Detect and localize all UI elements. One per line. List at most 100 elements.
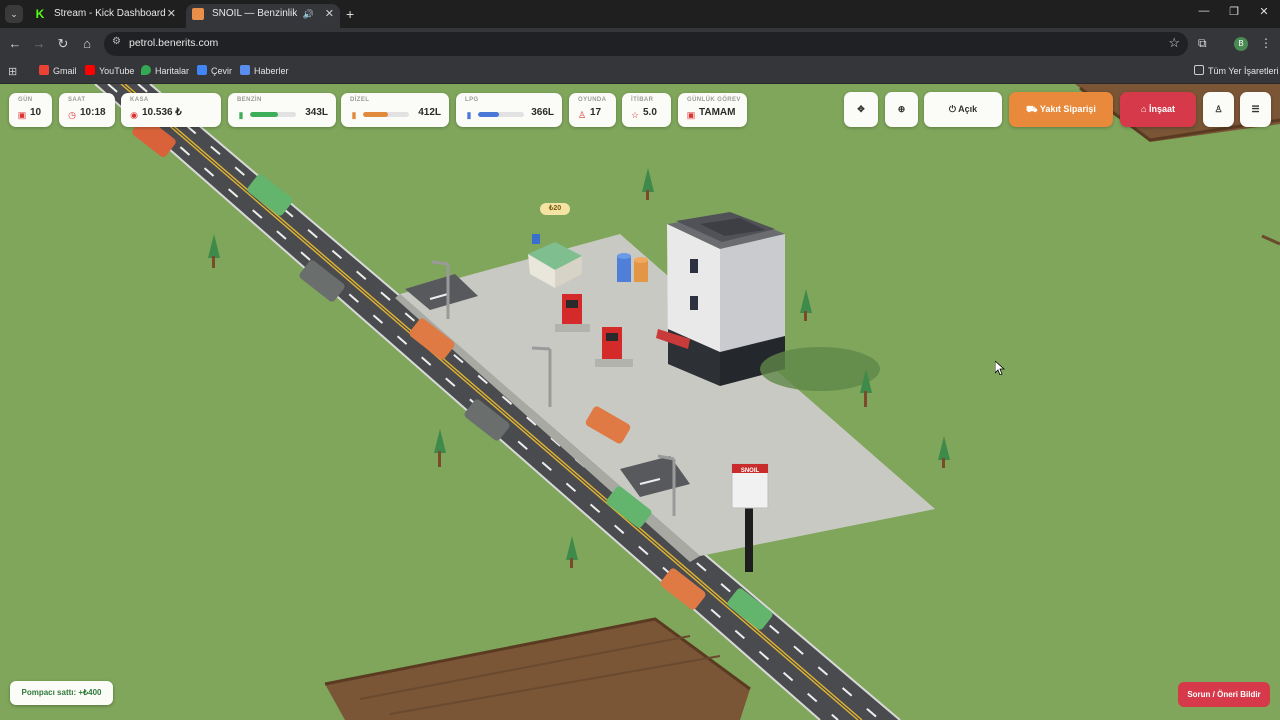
folder-icon xyxy=(1194,65,1204,75)
settings-button[interactable]: ☰ xyxy=(1240,92,1271,127)
translate-icon xyxy=(197,65,207,75)
forward-icon[interactable]: → xyxy=(31,36,47,52)
user-icon: ♙ xyxy=(1214,104,1223,114)
report-issue-button[interactable]: Sorun / Öneri Bildir xyxy=(1178,682,1270,707)
tab-title: Stream - Kick Dashboard xyxy=(54,8,166,19)
url-text: petrol.benerits.com xyxy=(129,37,219,49)
back-icon[interactable]: ← xyxy=(7,36,23,52)
profile-button[interactable]: ♙ xyxy=(1203,92,1234,127)
stat-label: GÜN xyxy=(18,97,33,103)
clock-icon: ◷ xyxy=(68,110,76,120)
fuel-icon: ▮ xyxy=(238,110,244,120)
kick-logo-icon: K xyxy=(35,7,45,21)
stat-label: OYUNDA xyxy=(578,97,607,103)
game-viewport[interactable]: SNOIL ₺20 GÜN ▣ 10 SAAT ◷ 10:18 KASA ◉ 1… xyxy=(0,84,1280,720)
close-icon[interactable]: ✕ xyxy=(325,4,334,24)
stat-value: 10:18 xyxy=(80,107,106,118)
restore-button[interactable]: ❐ xyxy=(1224,5,1244,18)
move-icon: ✥ xyxy=(857,104,865,114)
maps-icon xyxy=(141,65,151,75)
menu-icon[interactable]: ⋮ xyxy=(1260,36,1272,50)
stat-value: 366L xyxy=(531,107,554,118)
stat-label: GÜNLÜK GÖREV xyxy=(687,97,741,103)
gmail-icon xyxy=(39,65,49,75)
building-shadow xyxy=(760,347,880,391)
gasoline-level-bar xyxy=(250,112,296,117)
money-icon: ◉ xyxy=(130,110,138,120)
hud-diesel: DİZEL ▮ 412L xyxy=(341,93,449,127)
stat-value: TAMAM xyxy=(699,107,736,118)
home-icon[interactable]: ⌂ xyxy=(79,36,95,52)
all-bookmarks[interactable]: Tüm Yer İşaretleri xyxy=(1194,65,1279,77)
hud-cash: KASA ◉ 10.536 ₺ xyxy=(121,93,221,127)
site-info-icon[interactable]: ⚙ xyxy=(112,36,121,47)
tab-search-button[interactable]: ⌄ xyxy=(5,5,23,23)
sign-brand-text: SNOIL xyxy=(741,468,760,474)
tab-title: SNOIL — Benzinlik xyxy=(212,8,298,19)
stat-value: 343L xyxy=(305,107,328,118)
star-icon: ☆ xyxy=(630,110,640,120)
news-icon xyxy=(240,65,250,75)
stat-label: SAAT xyxy=(68,97,86,103)
user-icon: ♙ xyxy=(577,110,587,120)
hud-lpg: LPG ▮ 366L xyxy=(456,93,562,127)
stat-value: 5.0 xyxy=(643,107,657,118)
mouse-cursor-icon xyxy=(995,361,1005,375)
power-icon: ⏻ xyxy=(948,104,956,114)
game-world[interactable]: SNOIL xyxy=(0,84,1280,720)
sale-toast: Pompacı sattı: +₺400 xyxy=(10,681,113,705)
stat-label: LPG xyxy=(465,97,479,103)
hud-time: SAAT ◷ 10:18 xyxy=(59,93,115,127)
address-bar[interactable]: ⚙ petrol.benerits.com ☆ xyxy=(104,32,1188,56)
speaker-icon[interactable]: 🔊 xyxy=(303,4,314,24)
new-tab-button[interactable]: + xyxy=(346,5,354,23)
calendar-icon: ▣ xyxy=(17,110,27,120)
bookmarks-bar: ⊞ Gmail YouTube Haritalar Çevir Haberler… xyxy=(0,60,1280,84)
fuel-icon: ▮ xyxy=(351,110,357,120)
fuel-icon: ▮ xyxy=(466,110,472,120)
calendar-icon: ▣ xyxy=(686,110,696,120)
price-tag-badge[interactable]: ₺20 xyxy=(540,203,570,215)
hud-gasoline: BENZİN ▮ 343L xyxy=(228,93,336,127)
youtube-icon xyxy=(85,65,95,75)
build-button[interactable]: ⌂ İnşaat xyxy=(1120,92,1196,127)
hud-reputation: İTİBAR ☆ 5.0 xyxy=(622,93,671,127)
lpg-level-bar xyxy=(478,112,524,117)
snoil-icon xyxy=(192,8,204,20)
browser-tab-bar: ⌄ K Stream - Kick Dashboard ✕ SNOIL — Be… xyxy=(0,0,1280,28)
home-icon: ⌂ xyxy=(1141,104,1147,114)
sliders-icon: ☰ xyxy=(1251,104,1260,114)
stat-label: KASA xyxy=(130,97,149,103)
reload-icon[interactable]: ↻ xyxy=(55,36,71,52)
stat-value: 412L xyxy=(418,107,441,118)
bookmark-star-icon[interactable]: ☆ xyxy=(1168,35,1180,51)
hud-day: GÜN ▣ 10 xyxy=(9,93,52,127)
move-button[interactable]: ✥ xyxy=(844,92,878,127)
stat-value: 10 xyxy=(30,107,42,118)
tab-kick-dashboard[interactable]: K Stream - Kick Dashboard ✕ xyxy=(28,4,182,28)
bookmark-cevir[interactable]: Çevir xyxy=(197,65,232,77)
globe-icon: ⊕ xyxy=(897,104,906,114)
bookmark-youtube[interactable]: YouTube xyxy=(85,65,134,77)
camera-button[interactable]: ⊕ xyxy=(885,92,918,127)
hud-players: OYUNDA ♙ 17 xyxy=(569,93,616,127)
open-status-button[interactable]: ⏻ Açık xyxy=(924,92,1002,127)
apps-grid-icon[interactable]: ⊞ xyxy=(8,65,17,78)
fuel-order-button[interactable]: ⛟ Yakıt Siparişi xyxy=(1009,92,1113,127)
close-icon[interactable]: ✕ xyxy=(167,4,176,24)
bookmark-haritalar[interactable]: Haritalar xyxy=(141,65,189,77)
hud-daily-task[interactable]: GÜNLÜK GÖREV ▣ TAMAM xyxy=(678,93,747,127)
diesel-level-bar xyxy=(363,112,409,117)
truck-icon: ⛟ xyxy=(1026,104,1038,114)
stat-label: İTİBAR xyxy=(631,97,654,103)
extensions-icon[interactable]: ⧉ xyxy=(1198,36,1207,51)
stat-label: BENZİN xyxy=(237,97,262,103)
browser-toolbar: ← → ↻ ⌂ ⚙ petrol.benerits.com ☆ xyxy=(0,28,1280,60)
stat-value: 17 xyxy=(590,107,602,118)
window-close-button[interactable]: ✕ xyxy=(1254,5,1274,18)
tab-snoil[interactable]: SNOIL — Benzinlik 🔊 ✕ xyxy=(186,4,340,28)
bookmark-haberler[interactable]: Haberler xyxy=(240,65,289,77)
avatar[interactable]: B xyxy=(1234,37,1248,51)
minimize-button[interactable]: — xyxy=(1194,5,1214,17)
bookmark-gmail[interactable]: Gmail xyxy=(39,65,77,77)
